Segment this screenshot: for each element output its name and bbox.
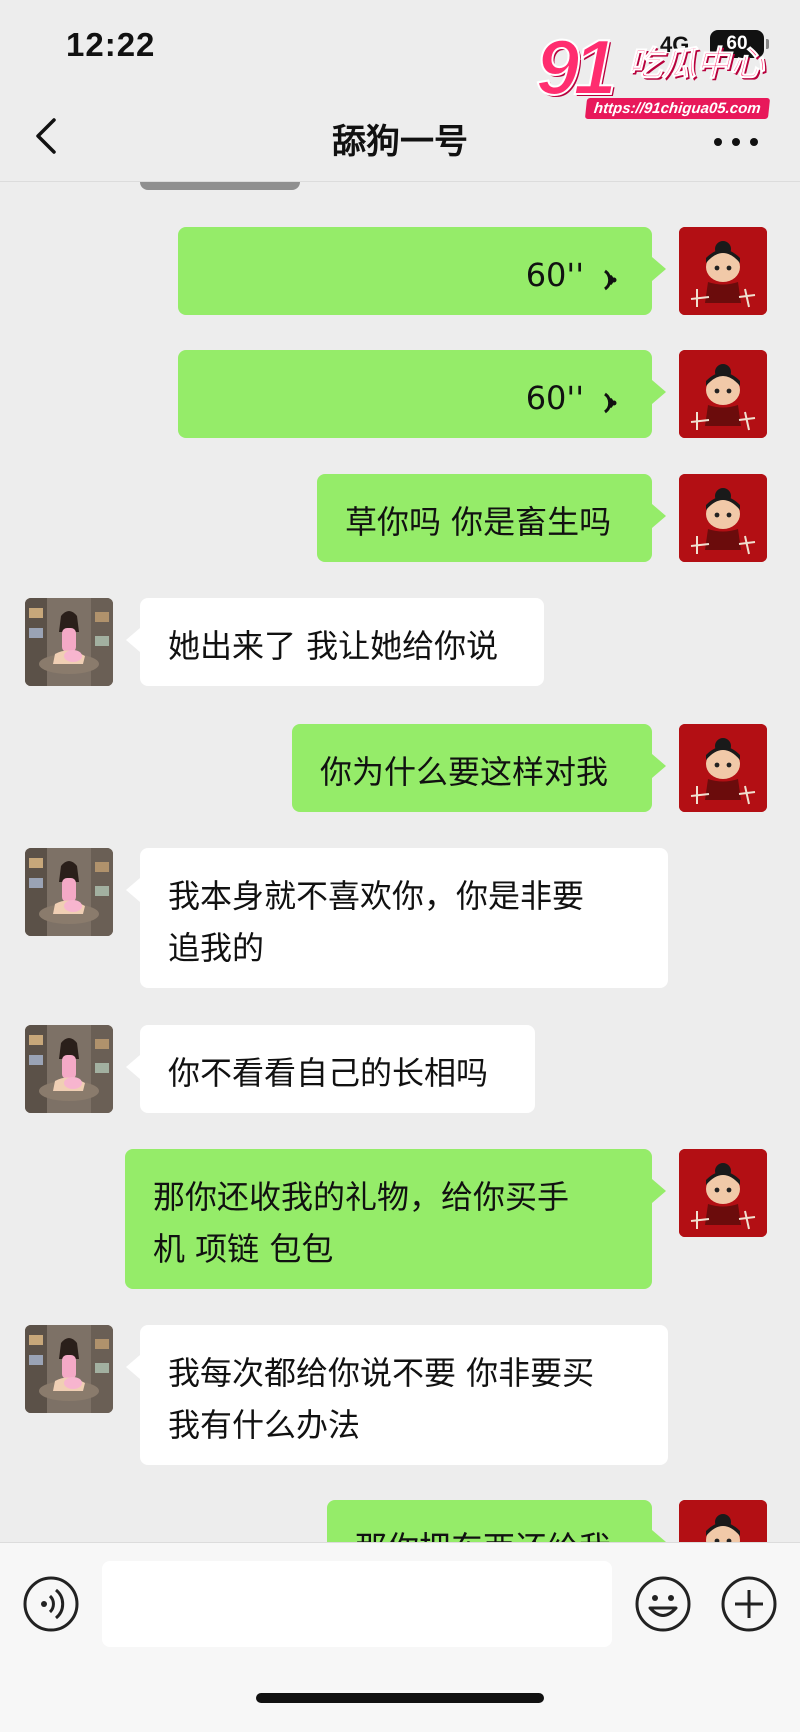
message-text: 你不看看自己的长相吗: [168, 1054, 489, 1092]
voice-duration: 60'': [525, 256, 584, 294]
message-text: 她出来了 我让她给你说: [168, 627, 499, 665]
message-list[interactable]: 60'' 60'' 草你吗 你是畜生吗她出来了 我让她给你说你为什么要这样对我我本身…: [0, 182, 800, 1542]
text-message-bubble[interactable]: 你为什么要这样对我: [292, 724, 666, 812]
message-text-line: 追我的: [168, 929, 265, 967]
watermark-name: 吃瓜中心: [628, 44, 765, 85]
text-message-bubble[interactable]: 那你把东西还给我: [327, 1500, 666, 1542]
message-text-line: 机 项链 包包: [153, 1230, 334, 1268]
avatar-self[interactable]: [679, 1149, 767, 1237]
avatar-self[interactable]: [679, 350, 767, 438]
emoji-button[interactable]: [634, 1575, 692, 1633]
message-text-line: 我有什么办法: [168, 1406, 361, 1444]
message-text: 你为什么要这样对我: [320, 753, 609, 791]
text-message-bubble[interactable]: 她出来了 我让她给你说: [126, 598, 544, 686]
watermark-url: https://91chigua05.com: [584, 98, 770, 119]
avatar-self[interactable]: [679, 474, 767, 562]
text-message-bubble[interactable]: 草你吗 你是畜生吗: [317, 474, 666, 562]
voice-wave-icon: [592, 382, 624, 414]
more-button[interactable]: [712, 130, 760, 150]
avatar-contact[interactable]: [25, 848, 113, 936]
message-text: 草你吗 你是畜生吗: [345, 503, 612, 541]
text-message-bubble[interactable]: 那你还收我的礼物，给你买手机 项链 包包: [125, 1149, 666, 1289]
text-message-bubble[interactable]: 我本身就不喜欢你，你是非要 追我的: [126, 848, 668, 988]
message-text-line: 我本身就不喜欢你，你是非要: [168, 877, 585, 915]
plus-circle-icon: [721, 1576, 777, 1632]
home-indicator: [256, 1693, 544, 1703]
previous-image-message[interactable]: [140, 182, 300, 190]
input-bar: [0, 1542, 800, 1732]
voice-wave-icon: [592, 259, 624, 291]
watermark-logo: 91 吃瓜中心 https://91chigua05.com: [535, 22, 776, 128]
voice-message-bubble[interactable]: 60'': [178, 350, 666, 438]
status-time: 12:22: [66, 26, 156, 63]
avatar-self[interactable]: [679, 724, 767, 812]
avatar-contact[interactable]: [25, 1325, 113, 1413]
voice-input-button[interactable]: [22, 1575, 80, 1633]
voice-input-icon: [23, 1576, 79, 1632]
message-input[interactable]: [102, 1561, 612, 1647]
more-dots-icon: [714, 138, 722, 146]
message-text-line: 我每次都给你说不要 你非要买: [168, 1354, 595, 1392]
text-message-bubble[interactable]: 你不看看自己的长相吗: [126, 1025, 535, 1113]
message-text: 那你把东西还给我: [355, 1522, 624, 1542]
avatar-contact[interactable]: [25, 1025, 113, 1113]
avatar-contact[interactable]: [25, 598, 113, 686]
voice-message-bubble[interactable]: 60'': [178, 227, 666, 315]
avatar-self[interactable]: [679, 227, 767, 315]
emoji-icon: [635, 1576, 691, 1632]
voice-duration: 60'': [525, 379, 584, 417]
message-text-line: 那你还收我的礼物，给你买手: [153, 1178, 570, 1216]
text-message-bubble[interactable]: 我每次都给你说不要 你非要买 我有什么办法: [126, 1325, 668, 1465]
avatar-self[interactable]: [679, 1500, 767, 1542]
add-button[interactable]: [720, 1575, 778, 1633]
